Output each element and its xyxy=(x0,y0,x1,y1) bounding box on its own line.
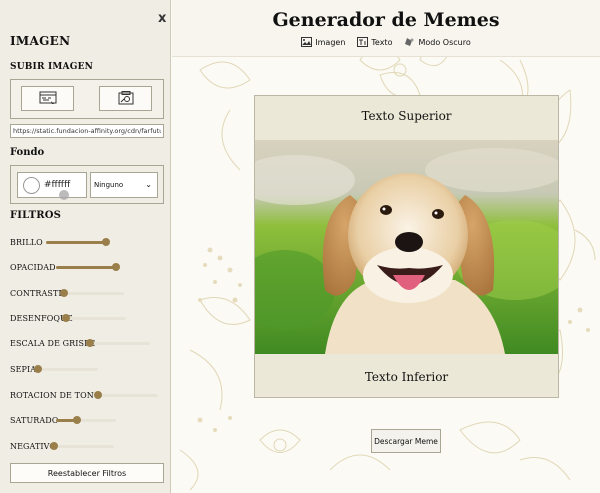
slider-thumb[interactable] xyxy=(86,339,94,347)
filter-slider[interactable] xyxy=(60,289,124,297)
upload-box xyxy=(10,79,164,119)
nav-texto-label: Texto xyxy=(371,37,393,47)
meme-top-text: Texto Superior xyxy=(361,109,452,123)
blend-mode-select[interactable]: Ninguno ⌄ xyxy=(90,172,158,198)
download-meme-button[interactable]: Descargar Meme xyxy=(371,429,441,453)
filter-label: BRILLO xyxy=(10,238,43,247)
filter-row: OPACIDAD xyxy=(10,261,170,275)
filter-slider[interactable] xyxy=(56,416,116,424)
meme-card: Texto Superior Texto Inferior xyxy=(254,95,559,398)
image-panel: x IMAGEN SUBIR IMAGEN Fondo #ffffff xyxy=(0,0,171,493)
filter-label: ESCALA DE GRISES xyxy=(10,339,96,348)
color-swatch xyxy=(23,177,40,194)
slider-thumb[interactable] xyxy=(112,263,120,271)
filter-row: BRILLO xyxy=(10,236,170,250)
filter-row: NEGATIVO xyxy=(10,440,170,454)
image-icon xyxy=(301,37,313,47)
mouse-cursor-icon xyxy=(59,190,69,200)
nav-texto-button[interactable]: Texto xyxy=(357,37,392,47)
filter-row: SATURADO xyxy=(10,414,170,428)
app-title: Generador de Memes xyxy=(272,9,500,31)
filter-label: SATURADO xyxy=(10,416,59,425)
url-upload-icon xyxy=(39,91,56,104)
filter-slider[interactable] xyxy=(34,365,98,373)
meme-bottom-text: Texto Inferior xyxy=(364,370,449,384)
nav-modo-oscuro-label: Modo Oscuro xyxy=(418,37,471,47)
filter-label: OPACIDAD xyxy=(10,263,56,272)
slider-fill xyxy=(56,266,116,269)
filter-slider[interactable] xyxy=(94,391,158,399)
top-nav: Imagen Texto Modo Oscuro xyxy=(172,37,600,47)
filter-row: DESENFOQUE xyxy=(10,312,170,326)
slider-thumb[interactable] xyxy=(102,238,110,246)
filter-row: ESCALA DE GRISES xyxy=(10,337,170,351)
chevron-down-icon: ⌄ xyxy=(145,180,152,189)
slider-thumb[interactable] xyxy=(60,289,68,297)
filter-row: ROTACION DE TONO xyxy=(10,389,170,403)
upload-title: SUBIR IMAGEN xyxy=(10,62,94,72)
color-hex-value: #ffffff xyxy=(44,180,71,190)
dark-mode-icon xyxy=(405,38,414,46)
filter-label: ROTACION DE TONO xyxy=(10,391,101,400)
filter-label: CONTRASTE xyxy=(10,289,65,298)
app-header: Generador de Memes Imagen Texto Modo Osc… xyxy=(172,0,600,57)
meme-image xyxy=(255,140,558,354)
upload-url-button[interactable] xyxy=(21,86,74,111)
panel-title: IMAGEN xyxy=(10,34,71,48)
file-upload-icon xyxy=(118,91,133,105)
image-url-input[interactable] xyxy=(10,124,164,138)
filter-slider[interactable] xyxy=(86,339,150,347)
filter-row: CONTRASTE xyxy=(10,287,170,301)
fondo-title: Fondo xyxy=(10,147,45,158)
filters-title: FILTROS xyxy=(10,210,62,221)
reset-filters-button[interactable]: Reestablecer Filtros xyxy=(10,463,164,483)
filter-label: SEPIA xyxy=(10,365,37,374)
fondo-box: #ffffff Ninguno ⌄ xyxy=(10,165,164,204)
slider-thumb[interactable] xyxy=(62,314,70,322)
dog-photo xyxy=(255,140,558,354)
filter-slider[interactable] xyxy=(62,314,126,322)
slider-thumb[interactable] xyxy=(34,365,42,373)
slider-thumb[interactable] xyxy=(94,391,102,399)
filter-slider[interactable] xyxy=(56,263,120,271)
slider-thumb[interactable] xyxy=(73,416,81,424)
slider-thumb[interactable] xyxy=(50,442,58,450)
nav-modo-oscuro-button[interactable]: Modo Oscuro xyxy=(404,37,471,47)
filter-row: SEPIA xyxy=(10,363,170,377)
nav-imagen-label: Imagen xyxy=(315,37,346,47)
close-panel-button[interactable]: x xyxy=(158,11,166,26)
text-icon xyxy=(357,37,369,47)
upload-file-button[interactable] xyxy=(99,86,152,111)
filter-slider[interactable] xyxy=(46,238,110,246)
slider-fill xyxy=(46,241,106,244)
filter-slider[interactable] xyxy=(50,442,114,450)
background-color-picker[interactable]: #ffffff xyxy=(17,172,87,200)
blend-mode-value: Ninguno xyxy=(94,181,124,189)
nav-imagen-button[interactable]: Imagen xyxy=(301,37,345,47)
